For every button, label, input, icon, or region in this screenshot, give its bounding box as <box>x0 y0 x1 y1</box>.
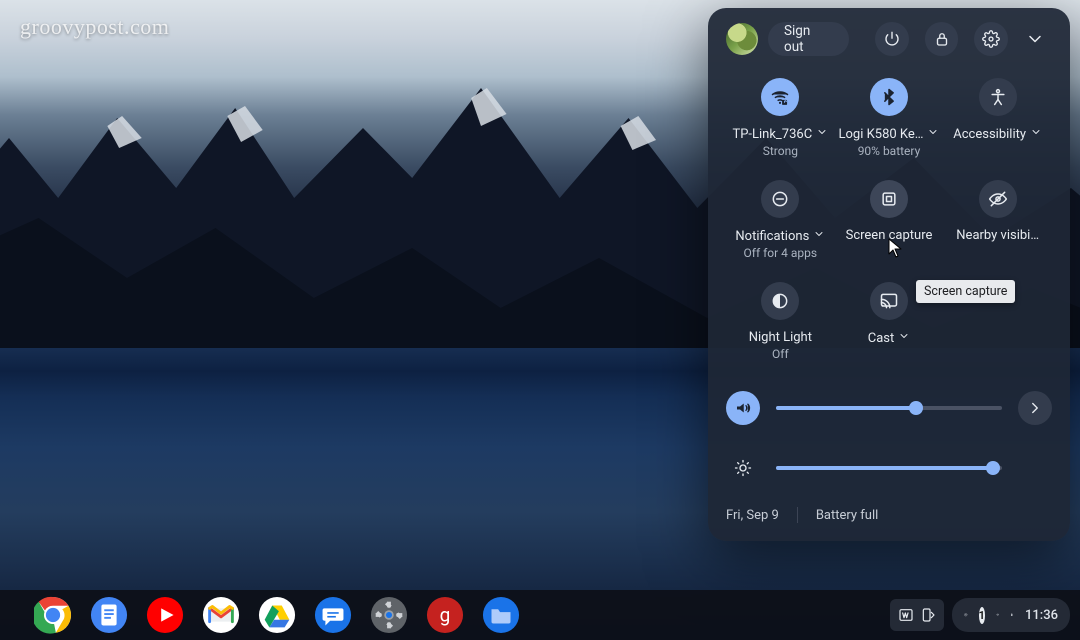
lock-button[interactable] <box>925 22 959 56</box>
tile-notifications-label: Notifications <box>735 229 809 244</box>
wifi-icon <box>761 78 799 116</box>
tray-pinned-indicators[interactable] <box>890 599 944 631</box>
app-drive[interactable] <box>258 596 296 634</box>
accessibility-icon <box>979 78 1017 116</box>
status-area[interactable]: 1 11:36 <box>952 598 1070 632</box>
bluetooth-icon <box>870 78 908 116</box>
footer-date: Fri, Sep 9 <box>726 508 779 523</box>
app-gmail[interactable] <box>202 596 240 634</box>
shelf-apps: g <box>34 596 520 634</box>
volume-slider[interactable] <box>776 406 1002 410</box>
tile-wifi-sub: Strong <box>763 144 798 158</box>
notification-count-badge: 1 <box>979 607 985 624</box>
tile-cast-label: Cast <box>868 331 895 346</box>
chevron-down-icon <box>813 228 825 244</box>
battery-status-icon <box>1010 613 1014 617</box>
footer-divider <box>797 507 798 523</box>
tile-notifications[interactable]: Notifications Off for 4 apps <box>726 180 835 260</box>
brightness-slider-row <box>726 451 1052 485</box>
tile-night-light[interactable]: Night Light Off <box>726 282 835 361</box>
app-files[interactable] <box>482 596 520 634</box>
brightness-slider[interactable] <box>776 466 1002 470</box>
audio-settings-button[interactable] <box>1018 391 1052 425</box>
chevron-down-icon <box>898 330 910 346</box>
tile-accessibility[interactable]: Accessibility <box>943 78 1052 158</box>
site-watermark: groovypost.com <box>20 14 169 40</box>
tile-nearby-label: Nearby visibi… <box>956 228 1039 243</box>
tile-bluetooth[interactable]: Logi K580 Ke… 90% battery <box>835 78 944 158</box>
tooltip-screen-capture: Screen capture <box>916 280 1015 303</box>
night-light-icon <box>761 282 799 320</box>
svg-text:g: g <box>440 604 451 627</box>
quick-settings-footer: Fri, Sep 9 Battery full <box>726 507 1052 523</box>
tile-screen-capture-label: Screen capture <box>846 228 933 244</box>
chevron-down-icon <box>927 126 939 142</box>
settings-button[interactable] <box>974 22 1008 56</box>
brightness-slider-trail <box>1018 451 1052 485</box>
avatar[interactable] <box>726 23 758 55</box>
tile-nearby-visibility[interactable]: Nearby visibi… <box>943 180 1052 260</box>
collapse-panel-button[interactable] <box>1018 29 1052 49</box>
app-chrome[interactable] <box>34 596 72 634</box>
tray-clock: 11:36 <box>1025 608 1058 623</box>
tile-wifi-label: TP-Link_736C <box>732 127 812 142</box>
app-docs[interactable] <box>90 596 128 634</box>
do-not-disturb-icon <box>761 180 799 218</box>
app-messages[interactable] <box>314 596 352 634</box>
sign-out-button[interactable]: Sign out <box>768 22 849 56</box>
tile-bluetooth-label: Logi K580 Ke… <box>839 127 924 142</box>
chevron-down-icon <box>816 126 828 142</box>
tile-wifi[interactable]: TP-Link_736C Strong <box>726 78 835 158</box>
chevron-down-icon <box>1030 126 1042 142</box>
app-youtube[interactable] <box>146 596 184 634</box>
volume-icon[interactable] <box>726 391 760 425</box>
tile-night-light-sub: Off <box>772 347 789 361</box>
footer-battery: Battery full <box>816 508 878 523</box>
wifi-status-icon <box>996 613 1000 617</box>
app-grammarly[interactable]: g <box>426 596 464 634</box>
shelf: g 1 11:36 <box>0 590 1080 640</box>
visibility-off-icon <box>979 180 1017 218</box>
tile-accessibility-label: Accessibility <box>953 127 1026 142</box>
tile-notifications-sub: Off for 4 apps <box>744 246 818 260</box>
phone-link-icon <box>920 607 936 623</box>
system-tray: 1 11:36 <box>890 598 1070 632</box>
update-arrow-icon <box>964 613 968 617</box>
word-doc-icon <box>898 607 914 623</box>
screen-capture-icon <box>870 180 908 218</box>
tile-bluetooth-sub: 90% battery <box>858 144 921 158</box>
quick-settings-header: Sign out <box>726 22 1052 56</box>
app-settings[interactable] <box>370 596 408 634</box>
tile-night-light-label: Night Light <box>749 330 812 345</box>
power-button[interactable] <box>875 22 909 56</box>
volume-slider-row <box>726 391 1052 425</box>
quick-settings-panel: Sign out TP-Link_736C Strong <box>708 8 1070 541</box>
cast-icon <box>870 282 908 320</box>
brightness-icon[interactable] <box>726 451 760 485</box>
tile-screen-capture[interactable]: Screen capture <box>835 180 944 260</box>
